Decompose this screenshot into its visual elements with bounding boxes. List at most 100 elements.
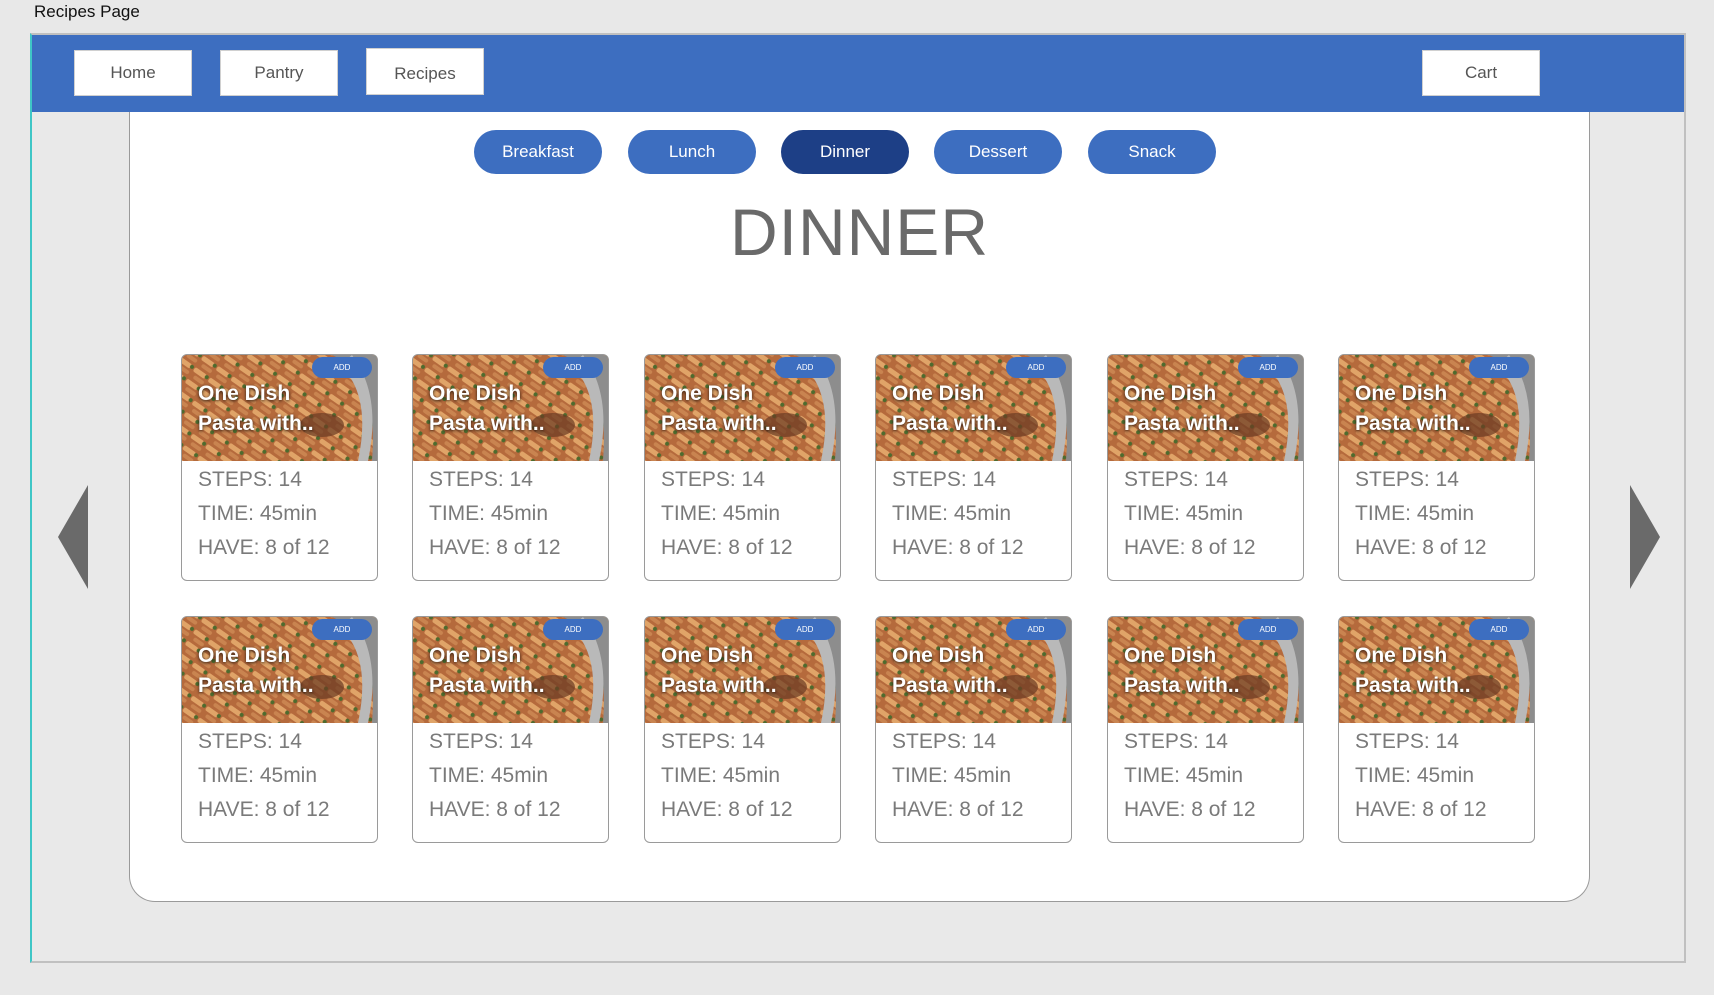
recipe-title: One Dish Pasta with.. [892,379,1071,439]
recipe-title: One Dish Pasta with.. [1355,641,1534,701]
add-button[interactable]: ADD [543,357,603,378]
recipe-time: TIME: 45min [1355,502,1475,525]
add-button[interactable]: ADD [312,357,372,378]
recipe-have: HAVE: 8 of 12 [198,536,330,559]
recipe-info: STEPS: 14 TIME: 45min HAVE: 8 of 12 [892,725,1024,827]
recipe-have: HAVE: 8 of 12 [1355,536,1487,559]
recipe-image: ADD One Dish Pasta with.. [1108,617,1303,723]
tab-breakfast[interactable]: Breakfast [474,130,602,174]
tab-dinner[interactable]: Dinner [781,130,909,174]
recipe-info: STEPS: 14 TIME: 45min HAVE: 8 of 12 [1355,463,1487,565]
recipe-card[interactable]: ADD One Dish Pasta with.. STEPS: 14 TIME… [1338,354,1535,581]
recipe-time: TIME: 45min [892,502,1012,525]
recipe-card[interactable]: ADD One Dish Pasta with.. STEPS: 14 TIME… [875,354,1072,581]
recipe-title-line2: Pasta with.. [198,412,314,435]
cart-button[interactable]: Cart [1422,50,1540,96]
add-button[interactable]: ADD [1238,619,1298,640]
recipe-title: One Dish Pasta with.. [1355,379,1534,439]
recipe-time: TIME: 45min [661,764,781,787]
recipe-title-line1: One Dish [1124,382,1217,405]
recipe-title-line2: Pasta with.. [429,412,545,435]
recipe-title: One Dish Pasta with.. [198,641,377,701]
recipe-steps: STEPS: 14 [661,468,765,491]
tab-lunch[interactable]: Lunch [628,130,756,174]
recipe-title-line2: Pasta with.. [198,674,314,697]
top-nav-bar: Home Pantry Recipes Cart [32,35,1684,112]
recipe-title-line2: Pasta with.. [661,674,777,697]
recipe-steps: STEPS: 14 [1124,730,1228,753]
add-button[interactable]: ADD [312,619,372,640]
recipe-card[interactable]: ADD One Dish Pasta with.. STEPS: 14 TIME… [1107,616,1304,843]
recipe-title-line1: One Dish [892,644,985,667]
add-button[interactable]: ADD [1006,357,1066,378]
recipe-card[interactable]: ADD One Dish Pasta with.. STEPS: 14 TIME… [181,354,378,581]
recipe-card[interactable]: ADD One Dish Pasta with.. STEPS: 14 TIME… [1107,354,1304,581]
recipe-info: STEPS: 14 TIME: 45min HAVE: 8 of 12 [429,725,561,827]
recipe-title-line1: One Dish [661,644,754,667]
recipe-title-line2: Pasta with.. [429,674,545,697]
prev-page-arrow-icon[interactable] [58,485,90,589]
recipe-time: TIME: 45min [429,764,549,787]
add-button[interactable]: ADD [1238,357,1298,378]
recipe-title: One Dish Pasta with.. [892,641,1071,701]
recipe-title: One Dish Pasta with.. [661,641,840,701]
pantry-button[interactable]: Pantry [220,50,338,96]
tab-snack[interactable]: Snack [1088,130,1216,174]
recipe-title-line2: Pasta with.. [892,674,1008,697]
recipe-info: STEPS: 14 TIME: 45min HAVE: 8 of 12 [1124,463,1256,565]
recipe-info: STEPS: 14 TIME: 45min HAVE: 8 of 12 [429,463,561,565]
window-title: Recipes Page [34,2,140,21]
recipe-card[interactable]: ADD One Dish Pasta with.. STEPS: 14 TIME… [181,616,378,843]
recipe-image: ADD One Dish Pasta with.. [645,617,840,723]
recipe-time: TIME: 45min [1124,502,1244,525]
recipe-title: One Dish Pasta with.. [429,379,608,439]
add-button[interactable]: ADD [543,619,603,640]
recipe-steps: STEPS: 14 [429,468,533,491]
add-button[interactable]: ADD [1469,619,1529,640]
recipe-info: STEPS: 14 TIME: 45min HAVE: 8 of 12 [198,725,330,827]
recipe-card[interactable]: ADD One Dish Pasta with.. STEPS: 14 TIME… [1338,616,1535,843]
recipe-title: One Dish Pasta with.. [198,379,377,439]
page-heading: DINNER [729,195,989,269]
recipes-panel: Breakfast Lunch Dinner Dessert Snack DINNER [129,112,1590,902]
recipe-image: ADD One Dish Pasta with.. [876,617,1071,723]
recipe-steps: STEPS: 14 [892,730,996,753]
app-window: Home Pantry Recipes Cart Breakfast Lunch D… [30,33,1686,963]
add-button[interactable]: ADD [1006,619,1066,640]
recipe-steps: STEPS: 14 [198,730,302,753]
recipe-steps: STEPS: 14 [198,468,302,491]
recipe-card[interactable]: ADD One Dish Pasta with.. STEPS: 14 TIME… [644,616,841,843]
tab-dessert[interactable]: Dessert [934,130,1062,174]
recipe-image: ADD One Dish Pasta with.. [1339,617,1534,723]
recipe-card[interactable]: ADD One Dish Pasta with.. STEPS: 14 TIME… [412,354,609,581]
recipe-have: HAVE: 8 of 12 [892,536,1024,559]
recipes-button[interactable]: Recipes [366,48,484,95]
recipe-card[interactable]: ADD One Dish Pasta with.. STEPS: 14 TIME… [875,616,1072,843]
recipe-title-line2: Pasta with.. [1124,412,1240,435]
recipe-title-line1: One Dish [429,382,522,405]
recipe-info: STEPS: 14 TIME: 45min HAVE: 8 of 12 [661,463,793,565]
recipe-title-line1: One Dish [892,382,985,405]
recipe-info: STEPS: 14 TIME: 45min HAVE: 8 of 12 [661,725,793,827]
recipe-image: ADD One Dish Pasta with.. [182,617,377,723]
recipe-have: HAVE: 8 of 12 [429,798,561,821]
recipe-title-line1: One Dish [198,644,291,667]
recipe-card[interactable]: ADD One Dish Pasta with.. STEPS: 14 TIME… [644,354,841,581]
recipe-have: HAVE: 8 of 12 [661,536,793,559]
recipe-time: TIME: 45min [198,502,318,525]
recipe-card[interactable]: ADD One Dish Pasta with.. STEPS: 14 TIME… [412,616,609,843]
recipe-title-line1: One Dish [661,382,754,405]
recipe-steps: STEPS: 14 [892,468,996,491]
add-button[interactable]: ADD [775,357,835,378]
recipe-image: ADD One Dish Pasta with.. [182,355,377,461]
next-page-arrow-icon[interactable] [1630,485,1662,589]
recipe-info: STEPS: 14 TIME: 45min HAVE: 8 of 12 [1124,725,1256,827]
recipe-title-line1: One Dish [1355,644,1448,667]
recipe-title-line2: Pasta with.. [1355,674,1471,697]
add-button[interactable]: ADD [775,619,835,640]
recipe-title-line2: Pasta with.. [892,412,1008,435]
recipe-image: ADD One Dish Pasta with.. [413,355,608,461]
add-button[interactable]: ADD [1469,357,1529,378]
recipe-have: HAVE: 8 of 12 [661,798,793,821]
home-button[interactable]: Home [74,50,192,96]
